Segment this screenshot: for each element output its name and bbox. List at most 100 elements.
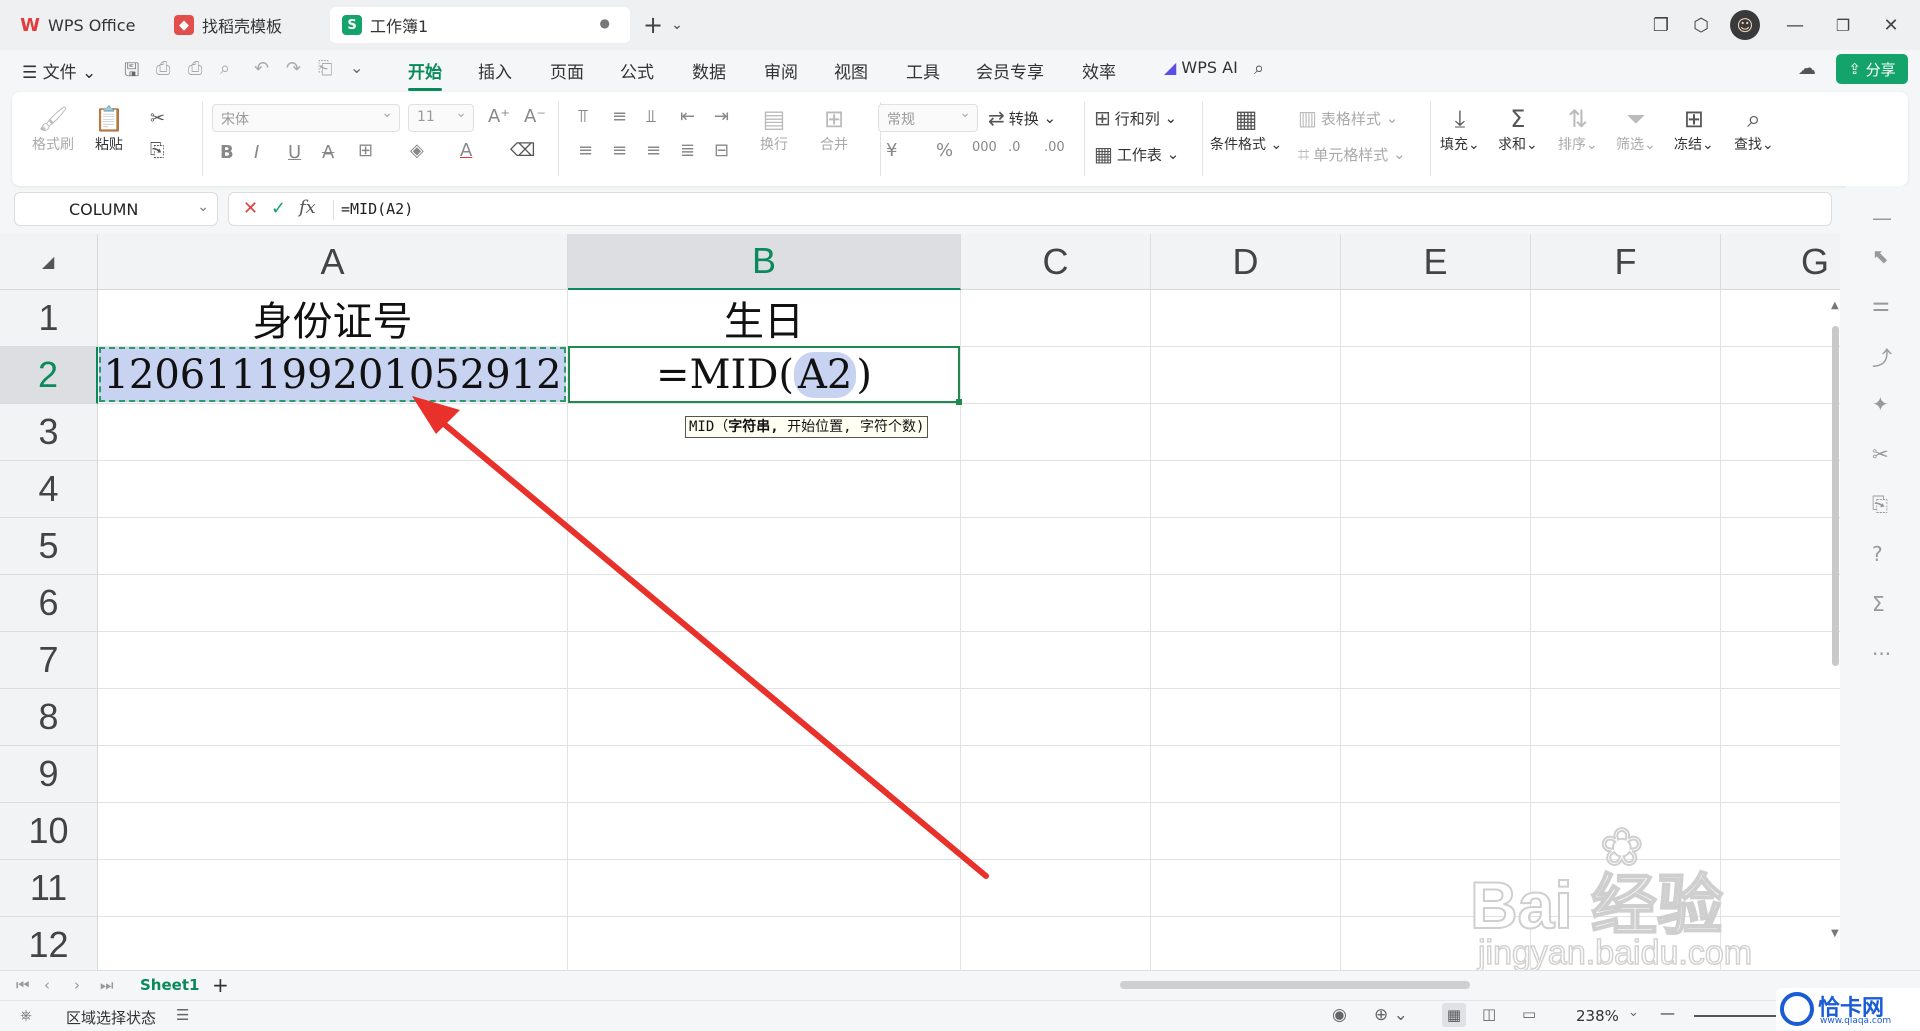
wrap-button[interactable]: ▤ 换行: [760, 104, 788, 154]
fx-icon[interactable]: fx: [299, 197, 316, 218]
name-box[interactable]: COLUMN ⌄: [14, 192, 218, 226]
convert-button[interactable]: ⇄ 转换 ⌄: [988, 106, 1056, 130]
cloud-sync-icon[interactable]: ☁: [1798, 58, 1816, 79]
backup-icon[interactable]: ⎘: [1872, 492, 1888, 516]
chevron-down-icon[interactable]: ⌄: [197, 199, 209, 215]
underline-icon[interactable]: U: [288, 142, 301, 163]
zoom-level[interactable]: 238%: [1576, 1007, 1619, 1025]
worksheet-button[interactable]: ▦ 工作表 ⌄: [1094, 142, 1179, 166]
sort-button[interactable]: ⇅ 排序⌄: [1558, 104, 1598, 154]
font-color-icon[interactable]: A: [460, 140, 472, 161]
menu-tools[interactable]: 工具: [906, 58, 940, 83]
unsaved-dot-icon[interactable]: ●: [600, 16, 610, 30]
notes-icon[interactable]: ☰: [176, 1006, 189, 1024]
font-size-select[interactable]: 11: [408, 104, 474, 132]
menu-review[interactable]: 审阅: [764, 58, 798, 83]
indent-decrease-icon[interactable]: ⇤: [680, 106, 695, 127]
tab-workbook[interactable]: S 工作簿1 ●: [330, 7, 630, 43]
tab-docer[interactable]: ◆ 找稻壳模板: [162, 7, 322, 43]
fill-button[interactable]: ⤓ 填充⌄: [1440, 104, 1480, 154]
export-icon[interactable]: ⎗: [318, 58, 332, 79]
redo-icon[interactable]: ↷: [286, 58, 301, 79]
cut-icon[interactable]: ✂: [150, 108, 165, 129]
bold-icon[interactable]: B: [220, 142, 234, 163]
window-restore-icon[interactable]: ❐: [1648, 12, 1674, 38]
last-sheet-icon[interactable]: ⏭: [100, 976, 114, 994]
print-preview-icon[interactable]: ⌕: [220, 58, 230, 79]
font-grow-icon[interactable]: A⁺: [488, 106, 510, 127]
center-view-icon[interactable]: ⊕ ⌄: [1374, 1005, 1408, 1025]
ai-sidebar-icon[interactable]: ✦: [1872, 392, 1889, 416]
more-icon[interactable]: ···: [1872, 642, 1891, 666]
quick-access-more-icon[interactable]: ⌄: [350, 58, 363, 77]
save-icon[interactable]: 🖫: [124, 58, 139, 88]
vertical-scrollbar[interactable]: ▲ ▼: [1830, 300, 1840, 940]
undo-icon[interactable]: ↶: [254, 58, 269, 79]
paste-button[interactable]: 📋 粘贴: [94, 104, 124, 154]
menu-page[interactable]: 页面: [550, 58, 584, 83]
align-right-icon[interactable]: ≡: [646, 140, 661, 161]
zoom-out-icon[interactable]: —: [1660, 1004, 1675, 1022]
filter-button[interactable]: ⏷ 筛选⌄: [1616, 104, 1656, 154]
tab-wps-office[interactable]: W WPS Office: [8, 7, 154, 43]
currency-icon[interactable]: ¥: [886, 140, 897, 161]
confirm-icon[interactable]: ✓: [271, 198, 286, 219]
adjust-icon[interactable]: ⚌: [1872, 292, 1890, 316]
sum-button[interactable]: Σ 求和⌄: [1498, 104, 1538, 154]
cond-format-button[interactable]: ▦ 条件格式 ⌄: [1210, 104, 1282, 154]
indent-increase-icon[interactable]: ⇥: [714, 106, 729, 127]
border-icon[interactable]: ⊞: [358, 140, 373, 161]
thousands-icon[interactable]: 000: [972, 140, 997, 155]
maximize-icon[interactable]: ❐: [1830, 12, 1856, 38]
collapse-icon[interactable]: —: [1872, 206, 1892, 230]
share-button[interactable]: ⇪ 分享: [1836, 54, 1908, 84]
justify-icon[interactable]: ≣: [680, 140, 695, 161]
new-tab-plus-icon[interactable]: +: [640, 11, 666, 39]
merge-button[interactable]: ⊞ 合并: [820, 104, 848, 154]
formula-input[interactable]: =MID(A2): [341, 200, 413, 218]
strikethrough-icon[interactable]: A: [322, 142, 334, 163]
cancel-icon[interactable]: ✕: [243, 198, 258, 219]
menu-formula[interactable]: 公式: [620, 58, 654, 83]
next-sheet-icon[interactable]: ›: [74, 976, 80, 994]
decimal-decrease-icon[interactable]: .00: [1044, 140, 1065, 155]
align-center-icon[interactable]: ≡: [612, 140, 627, 161]
format-brush-icon[interactable]: ⎙: [156, 58, 170, 79]
minimize-icon[interactable]: —: [1782, 12, 1808, 38]
wps-ai-button[interactable]: ◢ WPS AI: [1164, 58, 1238, 77]
select-cursor-icon[interactable]: ⬉: [1872, 244, 1889, 268]
menu-data[interactable]: 数据: [692, 58, 726, 83]
prev-sheet-icon[interactable]: ‹: [44, 976, 50, 994]
font-shrink-icon[interactable]: A⁻: [524, 106, 546, 127]
scroll-up-icon[interactable]: ▲: [1831, 300, 1839, 311]
distribute-icon[interactable]: ⊟: [714, 140, 729, 161]
decimal-increase-icon[interactable]: .0: [1008, 140, 1020, 155]
tools-icon[interactable]: ✂: [1872, 442, 1889, 466]
horizontal-scrollbar-thumb[interactable]: [1120, 981, 1470, 989]
copy-icon[interactable]: ⎘: [150, 140, 164, 161]
avatar[interactable]: ☺: [1730, 10, 1760, 40]
align-bottom-icon[interactable]: ⫫: [646, 106, 656, 127]
formula-sidebar-icon[interactable]: Σ: [1872, 592, 1885, 616]
clear-format-icon[interactable]: ⌫: [510, 140, 535, 161]
font-name-select[interactable]: 宋体: [212, 104, 400, 132]
page-break-icon[interactable]: ▭: [1522, 1005, 1536, 1023]
format-painter-button[interactable]: 🖌 格式刷: [32, 104, 74, 154]
freeze-button[interactable]: ⊞ 冻结⌄: [1674, 104, 1714, 154]
align-middle-icon[interactable]: ≡: [612, 106, 627, 127]
chevron-down-icon[interactable]: ⌄: [664, 12, 690, 38]
scroll-down-icon[interactable]: ▼: [1831, 928, 1839, 939]
align-top-icon[interactable]: ⫪: [578, 106, 588, 127]
menu-insert[interactable]: 插入: [478, 58, 512, 83]
cube-icon[interactable]: ⬡: [1688, 12, 1714, 38]
menu-member[interactable]: 会员专享: [976, 58, 1044, 83]
menu-view[interactable]: 视图: [834, 58, 868, 83]
percent-icon[interactable]: %: [936, 140, 953, 161]
cell-style-button[interactable]: ⌗ 单元格样式 ⌄: [1298, 142, 1406, 166]
search-icon[interactable]: ⌕: [1254, 58, 1264, 79]
print-icon[interactable]: ⎙: [188, 58, 202, 79]
zoom-slider[interactable]: [1694, 1015, 1784, 1017]
scrollbar-thumb[interactable]: [1832, 326, 1839, 666]
table-style-button[interactable]: ▥ 表格样式 ⌄: [1298, 106, 1398, 130]
first-sheet-icon[interactable]: ⏮: [16, 976, 30, 994]
